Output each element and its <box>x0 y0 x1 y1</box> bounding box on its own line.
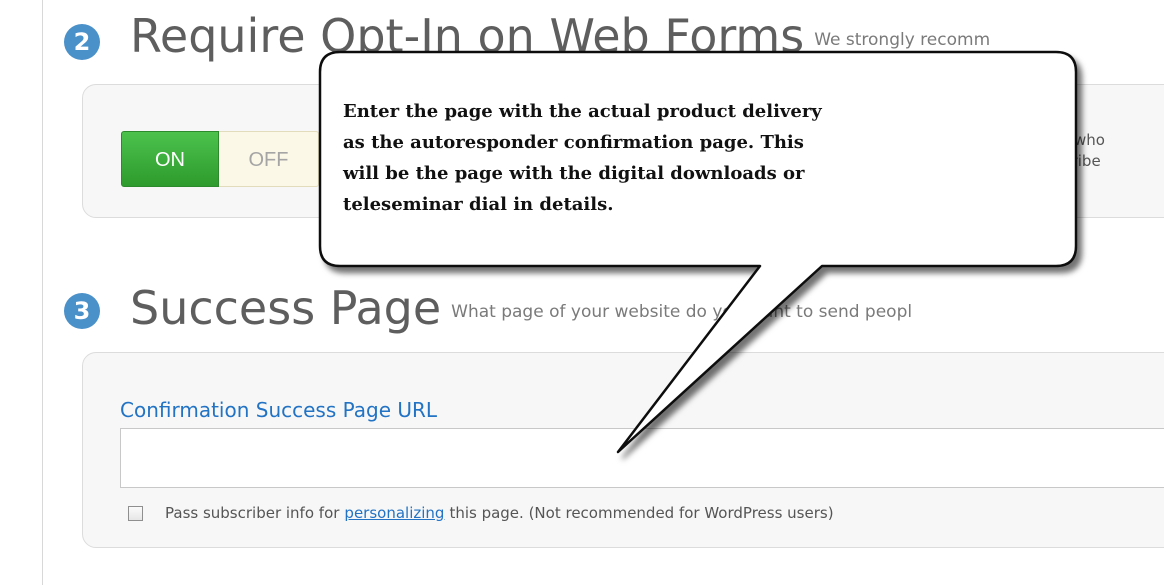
url-field-label: Confirmation Success Page URL <box>120 398 438 422</box>
toggle-on-button[interactable]: ON <box>121 131 219 187</box>
optin-section-subtitle: We strongly recomm <box>814 29 991 50</box>
optin-toggle[interactable]: ON OFF <box>121 131 319 187</box>
left-divider <box>42 0 43 585</box>
success-url-input[interactable] <box>120 428 1164 488</box>
pass-subscriber-checkbox[interactable] <box>128 505 143 521</box>
personalizing-link[interactable]: personalizing <box>344 504 444 522</box>
optin-section-heading: Require Opt-In on Web Forms We strongly r… <box>130 8 990 68</box>
toggle-off-button[interactable]: OFF <box>219 131 319 187</box>
optin-section-title: Require Opt-In on Web Forms <box>130 9 805 63</box>
page: 2 Require Opt-In on Web Forms We strongly… <box>0 0 1164 585</box>
step-2-badge: 2 <box>64 24 100 60</box>
pass-text-before: Pass subscriber info for <box>165 504 340 522</box>
callout-text: Enter the page with the actual product d… <box>343 101 822 215</box>
step-3-badge: 3 <box>64 293 100 329</box>
pass-text-after: this page. (Not recommended for WordPres… <box>449 504 834 522</box>
success-section-subtitle: What page of your website do you want to… <box>451 301 913 322</box>
pass-subscriber-row: Pass subscriber info for personalizing t… <box>128 504 834 522</box>
success-section-heading: Success Page What page of your website do… <box>130 280 912 340</box>
success-section-title: Success Page <box>130 281 442 335</box>
